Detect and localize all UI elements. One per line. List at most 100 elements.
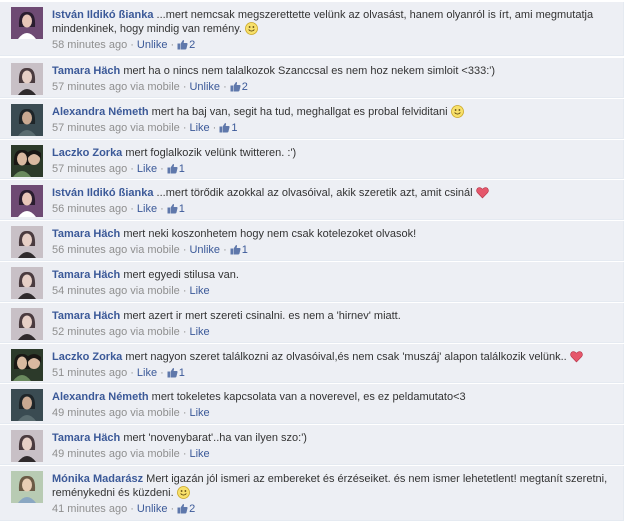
like-toggle-button[interactable]: Like xyxy=(189,285,209,297)
like-count-link[interactable]: 1 xyxy=(167,203,185,215)
avatar[interactable] xyxy=(11,430,43,462)
avatar[interactable] xyxy=(11,104,43,136)
like-toggle-button[interactable]: Like xyxy=(189,122,209,134)
comment-timestamp[interactable]: 41 minutes ago xyxy=(52,503,127,515)
comment-item: Tamara Häch mert neki koszonhetem hogy n… xyxy=(0,221,624,261)
comment-author-link[interactable]: Laczko Zorka xyxy=(52,147,122,159)
comment-author-link[interactable]: Alexandra Németh xyxy=(52,391,149,403)
comment-item: Mónika Madarász Mert igazán jól ismeri a… xyxy=(0,466,624,521)
comment-author-link[interactable]: Tamara Häch xyxy=(52,65,120,77)
comment-timestamp[interactable]: 49 minutes ago xyxy=(52,407,127,419)
avatar[interactable] xyxy=(11,185,43,217)
avatar[interactable] xyxy=(11,471,43,503)
avatar[interactable] xyxy=(11,308,43,340)
like-toggle-button[interactable]: Like xyxy=(137,367,157,379)
like-toggle-button[interactable]: Unlike xyxy=(137,39,168,51)
comment-body: István Ildikó ßianka ...mert törődik azo… xyxy=(52,186,615,216)
comment-author-link[interactable]: Tamara Häch xyxy=(52,432,120,444)
comment-item: Alexandra Németh mert ha baj van, segit … xyxy=(0,99,624,139)
comment-item: Alexandra Németh mert tokeletes kapcsola… xyxy=(0,384,624,424)
like-toggle-button[interactable]: Like xyxy=(189,407,209,419)
comment-via: via mobile xyxy=(130,407,180,419)
separator-dot: · xyxy=(160,163,164,175)
comment-item: Laczko Zorka mert nagyon szeret találkoz… xyxy=(0,344,624,383)
like-count: 2 xyxy=(189,503,196,515)
like-toggle-button[interactable]: Unlike xyxy=(189,244,220,256)
like-count-link[interactable]: 1 xyxy=(219,122,237,134)
comment-author-link[interactable]: István Ildikó ßianka xyxy=(52,187,153,199)
thumbs-up-icon xyxy=(177,39,189,51)
comment-body: Laczko Zorka mert foglalkozik velünk twi… xyxy=(52,146,615,176)
like-count-link[interactable]: 1 xyxy=(167,367,185,379)
separator-dot: · xyxy=(130,39,134,51)
like-count-link[interactable]: 2 xyxy=(177,503,195,515)
like-count-link[interactable]: 1 xyxy=(230,244,248,256)
comment-item: Tamara Häch mert azert ir mert szereti c… xyxy=(0,303,624,343)
comment-author-link[interactable]: Laczko Zorka xyxy=(52,351,122,363)
separator-dot: · xyxy=(130,367,134,379)
comment-item: Tamara Häch mert 'novenybarat'..ha van i… xyxy=(0,425,624,465)
like-count: 1 xyxy=(178,367,185,379)
comment-meta: 57 minutes ago · Like · 1 xyxy=(52,162,615,176)
heart-icon xyxy=(567,351,583,363)
like-toggle-button[interactable]: Unlike xyxy=(189,81,220,93)
comment-item: Tamara Häch mert ha o nincs nem talalkoz… xyxy=(0,58,624,98)
smile-icon xyxy=(174,486,190,499)
comment-via: via mobile xyxy=(130,285,180,297)
separator-dot: · xyxy=(130,503,134,515)
thumbs-up-icon xyxy=(230,244,242,256)
comment-body: Mónika Madarász Mert igazán jól ismeri a… xyxy=(52,472,615,516)
avatar[interactable] xyxy=(11,349,43,381)
comment-author-link[interactable]: Tamara Häch xyxy=(52,310,120,322)
comment-timestamp[interactable]: 54 minutes ago xyxy=(52,285,127,297)
avatar[interactable] xyxy=(11,145,43,177)
comment-timestamp[interactable]: 49 minutes ago xyxy=(52,448,127,460)
comment-meta: 49 minutes ago via mobile · Like xyxy=(52,447,615,461)
avatar[interactable] xyxy=(11,63,43,95)
comment-meta: 57 minutes ago via mobile · Unlike · 2 xyxy=(52,80,615,94)
like-toggle-button[interactable]: Unlike xyxy=(137,503,168,515)
comment-text: mert ha o nincs nem talalkozok Szanccsal… xyxy=(123,65,496,77)
comment-timestamp[interactable]: 57 minutes ago xyxy=(52,81,127,93)
like-toggle-button[interactable]: Like xyxy=(137,163,157,175)
like-toggle-button[interactable]: Like xyxy=(189,448,209,460)
comment-body: Tamara Häch mert 'novenybarat'..ha van i… xyxy=(52,431,615,461)
comment-timestamp[interactable]: 57 minutes ago xyxy=(52,122,127,134)
comment-body: Alexandra Németh mert ha baj van, segit … xyxy=(52,105,615,135)
comment-meta: 51 minutes ago · Like · 1 xyxy=(52,366,615,380)
comment-timestamp[interactable]: 52 minutes ago xyxy=(52,326,127,338)
comment-timestamp[interactable]: 56 minutes ago xyxy=(52,203,127,215)
separator-dot: · xyxy=(170,39,175,51)
thumbs-up-icon xyxy=(219,122,231,134)
like-count: 1 xyxy=(231,122,238,134)
comment-text: mert nagyon szeret találkozni az olvasói… xyxy=(125,351,567,363)
avatar[interactable] xyxy=(11,389,43,421)
avatar[interactable] xyxy=(11,226,43,258)
like-toggle-button[interactable]: Like xyxy=(189,326,209,338)
comment-author-link[interactable]: Tamara Häch xyxy=(52,269,120,281)
comment-timestamp[interactable]: 57 minutes ago xyxy=(52,163,127,175)
comment-meta: 57 minutes ago via mobile · Like · 1 xyxy=(52,121,615,135)
avatar[interactable] xyxy=(11,267,43,299)
comment-author-link[interactable]: Alexandra Németh xyxy=(52,106,149,118)
comment-author-link[interactable]: István Ildikó ßianka xyxy=(52,9,153,21)
like-toggle-button[interactable]: Like xyxy=(137,203,157,215)
comment-timestamp[interactable]: 51 minutes ago xyxy=(52,367,127,379)
comment-via: via mobile xyxy=(130,448,180,460)
avatar[interactable] xyxy=(11,7,43,39)
smile-icon xyxy=(242,22,258,35)
comment-body: Tamara Häch mert egyedi stilusa van. 54 m… xyxy=(52,268,615,298)
like-count: 1 xyxy=(241,244,248,256)
comment-timestamp[interactable]: 56 minutes ago xyxy=(52,244,127,256)
comment-timestamp[interactable]: 58 minutes ago xyxy=(52,39,127,51)
like-count-link[interactable]: 2 xyxy=(177,39,195,51)
comment-via: via mobile xyxy=(130,81,180,93)
like-count-link[interactable]: 2 xyxy=(230,81,248,93)
comment-item: István Ildikó ßianka ...mert törődik azo… xyxy=(0,180,624,220)
thumbs-up-icon xyxy=(230,81,242,93)
comment-author-link[interactable]: Tamara Häch xyxy=(52,228,120,240)
like-count-link[interactable]: 1 xyxy=(167,163,185,175)
thumbs-up-icon xyxy=(167,163,179,175)
comment-author-link[interactable]: Mónika Madarász xyxy=(52,473,143,485)
comment-text: mert tokeletes kapcsolata van a novereve… xyxy=(151,391,466,403)
